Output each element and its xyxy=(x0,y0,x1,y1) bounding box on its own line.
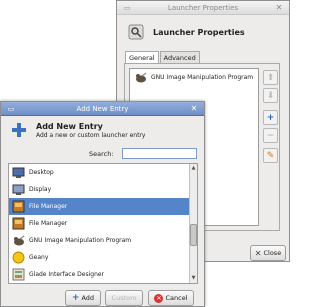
dialog-header: Add New Entry Add a new or custom launch… xyxy=(10,121,145,139)
move-up-button[interactable]: ⬆ xyxy=(263,70,278,85)
list-item[interactable]: GNU Image Manipulation Program xyxy=(9,232,197,249)
dialog-titlebar[interactable]: ▭ Add New Entry ✕ xyxy=(1,102,204,116)
close-icon[interactable]: ✕ xyxy=(188,102,200,116)
list-item-label: Glade Interface Designer xyxy=(29,271,105,278)
list-scrollbar[interactable]: ▲ ▼ xyxy=(189,164,197,283)
custom-button[interactable]: Custom xyxy=(105,290,143,306)
file-manager-icon xyxy=(12,200,25,213)
window-menu-icon[interactable]: ▭ xyxy=(121,1,133,15)
edit-button[interactable]: ✎ xyxy=(263,148,278,163)
list-item-label: Desktop xyxy=(29,169,54,176)
list-item-label: Geany xyxy=(29,254,49,261)
move-down-button[interactable]: ⬇ xyxy=(263,88,278,103)
list-item-selected[interactable]: File Manager xyxy=(9,198,197,215)
list-item-label: Display xyxy=(29,186,52,193)
glade-icon xyxy=(12,268,25,281)
entry-list[interactable]: Desktop Display File Manager File Manage… xyxy=(8,163,198,284)
launcher-icon xyxy=(127,23,145,41)
close-button[interactable]: ✕ Close xyxy=(250,245,286,261)
list-item[interactable]: Glade Interface Designer xyxy=(9,266,197,283)
arrow-up-icon: ⬆ xyxy=(266,72,275,83)
add-plus-icon xyxy=(10,121,28,139)
list-item-label: File Manager xyxy=(29,203,68,210)
file-manager-icon xyxy=(12,217,25,230)
dialog-title: Add New Entry xyxy=(76,105,129,113)
list-item-label: GNU Image Manipulation Program xyxy=(151,74,254,81)
close-icon[interactable]: ✕ xyxy=(273,1,285,15)
add-button-label: Add xyxy=(81,294,95,302)
plus-icon: + xyxy=(71,293,80,303)
launcher-header: Launcher Properties xyxy=(127,23,245,41)
desktop-icon xyxy=(12,167,25,178)
gimp-icon xyxy=(136,72,147,83)
launcher-window-title: Launcher Properties xyxy=(167,4,239,12)
display-icon xyxy=(12,184,25,195)
window-menu-icon[interactable]: ▭ xyxy=(5,102,17,116)
list-item[interactable]: Desktop xyxy=(9,164,197,181)
launcher-titlebar[interactable]: ▭ Launcher Properties ✕ xyxy=(117,1,289,15)
custom-button-label: Custom xyxy=(111,294,137,302)
dialog-heading: Add New Entry xyxy=(36,121,103,131)
scroll-down-icon[interactable]: ▼ xyxy=(190,275,197,282)
close-button-label: Close xyxy=(263,249,282,257)
list-item[interactable]: File Manager xyxy=(9,215,197,232)
list-item-label: File Manager xyxy=(29,220,68,227)
cancel-button[interactable]: ✕ Cancel xyxy=(148,290,194,306)
remove-button[interactable]: − xyxy=(263,128,278,143)
edit-icon: ✎ xyxy=(266,150,275,161)
list-item[interactable]: GNU Image Manipulation Program xyxy=(130,69,258,86)
scroll-up-icon[interactable]: ▲ xyxy=(190,165,197,172)
plus-icon: + xyxy=(266,112,275,123)
list-item[interactable]: Display xyxy=(9,181,197,198)
add-button[interactable]: + xyxy=(263,110,278,125)
list-item[interactable]: Geany xyxy=(9,249,197,266)
close-x-icon: ✕ xyxy=(254,248,262,258)
list-item-label: GNU Image Manipulation Program xyxy=(29,237,132,244)
dialog-subheading: Add a new or custom launcher entry xyxy=(36,131,146,139)
arrow-down-icon: ⬇ xyxy=(266,90,275,101)
cancel-button-label: Cancel xyxy=(165,294,188,302)
geany-icon xyxy=(12,251,25,264)
search-input[interactable] xyxy=(122,148,197,159)
minus-icon: − xyxy=(266,130,275,141)
launcher-heading: Launcher Properties xyxy=(153,27,245,37)
gimp-icon xyxy=(14,235,25,246)
search-label: Search: xyxy=(89,150,114,158)
cancel-icon: ✕ xyxy=(154,293,164,303)
scrollbar-thumb[interactable] xyxy=(190,224,197,246)
add-entry-button[interactable]: + Add xyxy=(65,290,101,306)
add-new-entry-dialog: ▭ Add New Entry ✕ Add New Entry Add a ne… xyxy=(0,101,205,307)
